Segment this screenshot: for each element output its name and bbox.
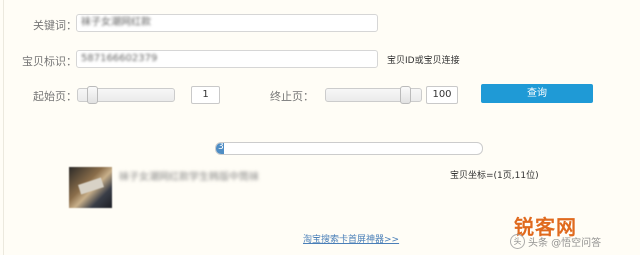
item-id-hint: 宝贝ID或宝贝连接: [387, 56, 460, 66]
end-page-slider-handle[interactable]: [400, 86, 411, 104]
item-coordinate: 宝贝坐标=(1页,11位): [450, 171, 539, 181]
keyword-value: 袜子女潮网红款: [81, 17, 151, 28]
end-page-slider[interactable]: [325, 86, 422, 104]
start-page-slider[interactable]: [77, 86, 175, 104]
end-page-input[interactable]: 100: [426, 86, 458, 104]
watermark-sub: 头 头条 @悟空问答: [510, 232, 628, 250]
product-title[interactable]: 袜子女潮网红款学生韩版中筒袜: [119, 168, 259, 183]
start-page-input[interactable]: 1: [191, 86, 220, 104]
page-left-border: [3, 0, 4, 255]
watermark-logo-icon: 头: [510, 234, 525, 249]
search-tool-link[interactable]: 淘宝搜索卡首屏神器>>: [303, 232, 399, 245]
keyword-label: 关键词：: [33, 19, 77, 32]
watermark-sub-text: 头条 @悟空问答: [528, 238, 602, 249]
item-id-input[interactable]: 587166602379: [76, 50, 378, 68]
progress-label: 33: [218, 142, 230, 152]
end-page-label: 终止页：: [270, 90, 314, 103]
product-thumbnail[interactable]: [69, 167, 112, 208]
start-page-label: 起始页：: [33, 90, 77, 103]
item-id-value: 587166602379: [81, 53, 158, 64]
keyword-input[interactable]: 袜子女潮网红款: [76, 14, 378, 32]
query-button[interactable]: 查询: [481, 84, 593, 103]
start-page-slider-handle[interactable]: [87, 86, 98, 104]
progress-bar: 33: [215, 142, 483, 155]
item-id-label: 宝贝标识：: [22, 55, 77, 68]
